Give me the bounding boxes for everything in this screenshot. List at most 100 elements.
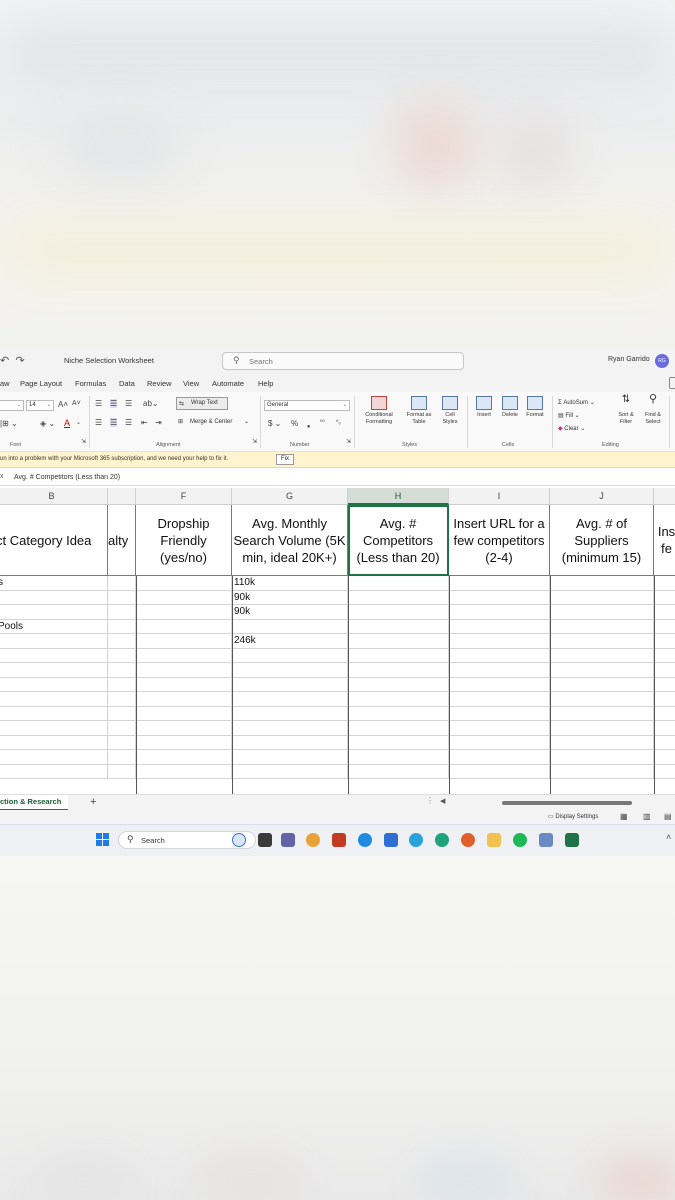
- table-cell[interactable]: [654, 707, 675, 721]
- header-cell[interactable]: alty: [108, 505, 136, 576]
- table-cell[interactable]: [550, 750, 654, 765]
- table-cell[interactable]: [232, 677, 348, 692]
- table-cell[interactable]: [232, 663, 348, 678]
- table-cell[interactable]: [136, 605, 232, 620]
- header-cell[interactable]: Insert URL for a few competitors (2-4): [449, 505, 550, 576]
- font-dialog-launcher-icon[interactable]: ⇲: [81, 438, 86, 445]
- tab-automate[interactable]: Automate: [212, 379, 244, 388]
- teams-icon[interactable]: [281, 833, 295, 847]
- table-cell[interactable]: [449, 677, 550, 692]
- table-cell[interactable]: [108, 706, 136, 721]
- table-cell[interactable]: [136, 663, 232, 678]
- table-cell[interactable]: [654, 750, 675, 765]
- chrome-icon[interactable]: [306, 833, 320, 847]
- align-right-icon[interactable]: ☰: [125, 418, 132, 427]
- table-cell[interactable]: [232, 764, 348, 779]
- font-name-dropdown[interactable]: ⌄: [0, 400, 24, 411]
- table-cell[interactable]: [449, 634, 550, 649]
- table-cell[interactable]: [449, 590, 550, 605]
- decrease-font-icon[interactable]: A˅: [72, 400, 81, 407]
- table-cell[interactable]: [348, 634, 449, 649]
- page-layout-view-icon[interactable]: ▥: [643, 812, 651, 821]
- table-cell[interactable]: [232, 619, 348, 634]
- tab-page-layout[interactable]: Page Layout: [20, 379, 62, 388]
- find-select-button[interactable]: ⚲ Find & Select: [641, 394, 665, 426]
- table-cell[interactable]: [348, 692, 449, 707]
- table-cell[interactable]: [0, 677, 108, 692]
- format-cells-button[interactable]: Format: [523, 396, 547, 419]
- table-cell[interactable]: Pools: [0, 619, 108, 634]
- font-color-dropdown-icon[interactable]: ⌄: [76, 419, 81, 426]
- table-cell[interactable]: [108, 590, 136, 605]
- table-cell[interactable]: [232, 648, 348, 663]
- header-cell[interactable]: Dropship Friendly (yes/no): [136, 505, 232, 576]
- column-header[interactable]: [654, 488, 675, 505]
- display-settings[interactable]: ▭ Display Settings: [548, 813, 598, 820]
- spreadsheet-grid[interactable]: B F G H I Jct Category Idea alty Dropship Frien…: [0, 488, 675, 794]
- table-cell[interactable]: [232, 750, 348, 765]
- align-left-icon[interactable]: ☰: [95, 418, 102, 427]
- percent-icon[interactable]: %: [291, 419, 298, 428]
- scroll-left-icon[interactable]: ◀: [440, 797, 445, 805]
- table-cell[interactable]: [0, 634, 108, 649]
- align-middle-icon[interactable]: ☰: [110, 399, 118, 408]
- table-cell[interactable]: [108, 677, 136, 692]
- table-cell[interactable]: [108, 663, 136, 678]
- horizontal-scrollbar[interactable]: [502, 801, 632, 805]
- table-cell[interactable]: [232, 692, 348, 707]
- table-cell[interactable]: [550, 576, 654, 591]
- font-color-icon[interactable]: A: [64, 418, 70, 428]
- table-cell[interactable]: [654, 721, 675, 736]
- column-header[interactable]: [108, 488, 136, 505]
- table-cell[interactable]: [136, 735, 232, 750]
- table-cell[interactable]: [348, 677, 449, 692]
- table-cell[interactable]: [0, 648, 108, 663]
- table-cell[interactable]: [550, 692, 654, 707]
- tab-review[interactable]: Review: [147, 379, 172, 388]
- fill-color-icon[interactable]: ◈ ⌄: [40, 419, 55, 428]
- comments-icon[interactable]: [669, 377, 675, 389]
- decrease-indent-icon[interactable]: ⇤: [141, 418, 148, 427]
- table-cell[interactable]: [136, 750, 232, 765]
- borders-icon[interactable]: |⊞ ⌄: [0, 419, 18, 428]
- table-cell[interactable]: [449, 764, 550, 779]
- table-cell[interactable]: s: [0, 576, 108, 591]
- column-header[interactable]: F: [136, 488, 232, 505]
- header-cell[interactable]: ct Category Idea: [0, 505, 108, 576]
- table-cell[interactable]: [108, 735, 136, 750]
- table-cell[interactable]: [0, 721, 108, 736]
- table-cell[interactable]: 90k: [232, 605, 348, 620]
- column-header[interactable]: H: [348, 488, 449, 505]
- table-cell[interactable]: [0, 590, 108, 605]
- conditional-formatting-button[interactable]: Conditional Formatting: [358, 396, 400, 426]
- table-cell[interactable]: [449, 750, 550, 765]
- table-cell[interactable]: [654, 736, 675, 750]
- wrap-text-button[interactable]: ⇆ Wrap Text: [176, 397, 228, 410]
- format-as-table-button[interactable]: Format as Table: [401, 396, 437, 426]
- table-cell[interactable]: [108, 764, 136, 779]
- merge-center-button[interactable]: ⊞ Merge & Center ⌄: [176, 417, 256, 429]
- table-cell[interactable]: [136, 692, 232, 707]
- table-cell[interactable]: [348, 619, 449, 634]
- add-sheet-icon[interactable]: +: [90, 796, 96, 808]
- table-cell[interactable]: [550, 721, 654, 736]
- tab-data[interactable]: Data: [119, 379, 135, 388]
- table-cell[interactable]: [136, 706, 232, 721]
- increase-indent-icon[interactable]: ⇥: [155, 418, 162, 427]
- table-cell[interactable]: [108, 605, 136, 620]
- table-cell[interactable]: [348, 648, 449, 663]
- table-cell[interactable]: [232, 735, 348, 750]
- number-dialog-launcher-icon[interactable]: ⇲: [346, 438, 351, 445]
- align-center-icon[interactable]: ☰: [110, 418, 118, 427]
- chevron-up-icon[interactable]: ˄: [666, 832, 671, 842]
- formula-content[interactable]: Avg. # Competitors (Less than 20): [14, 474, 120, 481]
- table-cell[interactable]: [0, 750, 108, 765]
- table-cell[interactable]: [654, 765, 675, 779]
- table-cell[interactable]: [654, 576, 675, 591]
- table-cell[interactable]: [449, 648, 550, 663]
- table-cell[interactable]: [348, 721, 449, 736]
- skype-icon[interactable]: [358, 833, 372, 847]
- table-cell[interactable]: [449, 663, 550, 678]
- number-format-dropdown[interactable]: General ⌄: [264, 400, 350, 411]
- table-cell[interactable]: [449, 605, 550, 620]
